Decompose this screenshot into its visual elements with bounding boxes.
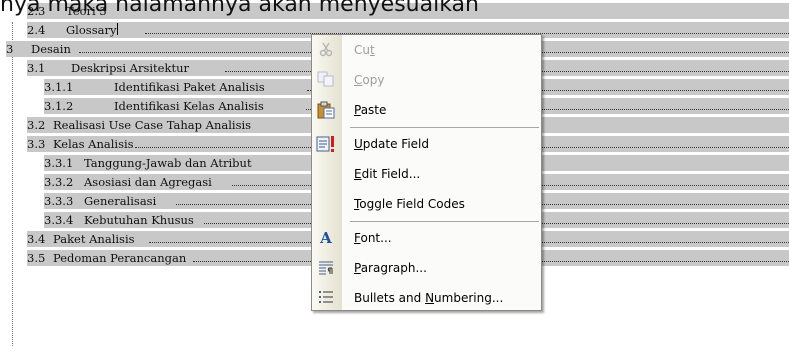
- toc-entry-title: Identifikasi Kelas Analisis: [114, 99, 264, 113]
- toc-entry-title: Generalisasi: [84, 194, 157, 208]
- menu-item-accelerator: P: [354, 261, 361, 275]
- update-field-icon: [316, 135, 336, 153]
- menu-item-accelerator: t: [369, 43, 375, 57]
- toc-entry-title: Asosiasi dan Agregasi: [84, 175, 212, 189]
- toc-entry-title: Desain: [31, 42, 71, 56]
- paste-icon: [316, 101, 336, 119]
- bullets-icon: [316, 289, 336, 307]
- context-menu: Cut Copy Paste Update Field Edit Field..…: [311, 34, 542, 311]
- toc-entry-title: Pedoman Perancangan: [53, 251, 187, 265]
- toc-entry-title: Kelas Analisis: [53, 137, 134, 151]
- toc-leader-dots: [145, 22, 789, 34]
- menu-item-toggle-field-codes[interactable]: Toggle Field Codes: [312, 189, 541, 219]
- menu-item-accelerator: E: [354, 167, 362, 181]
- text-cursor: [117, 23, 119, 35]
- menu-separator: [350, 221, 539, 222]
- menu-item-paragraph[interactable]: Paragraph...: [312, 253, 541, 283]
- toc-entry-number: 3.3.1: [44, 156, 74, 170]
- toc-entry-title: Glossary: [66, 23, 117, 37]
- toc-entry-number: 3.3.3: [44, 194, 74, 208]
- toc-entry-number: 3.1.1: [44, 80, 74, 94]
- toc-entry-title: Kebutuhan Khusus: [84, 213, 194, 227]
- menu-item-cut[interactable]: Cut: [312, 35, 541, 65]
- menu-item-font[interactable]: A Font...: [312, 223, 541, 253]
- menu-separator: [350, 127, 539, 128]
- toc-entry-number: 3.3.4: [44, 213, 74, 227]
- page-caption-text: nya maka halamannya akan menyesuaikan: [0, 0, 479, 17]
- scissors-icon: [316, 41, 336, 59]
- toc-entry-number: 3.2: [27, 118, 46, 132]
- menu-item-label: ont...: [360, 231, 392, 245]
- toc-entry-number: 3.1: [27, 61, 46, 75]
- menu-item-copy[interactable]: Copy: [312, 65, 541, 95]
- toc-entry-title: Paket Analisis: [53, 232, 135, 246]
- toc-entry-number: 3.3.2: [44, 175, 74, 189]
- toc-entry-title: Realisasi Use Case Tahap Analisis: [53, 118, 252, 132]
- toc-entry-number: 3.4: [27, 232, 46, 246]
- menu-item-accelerator: P: [354, 103, 361, 117]
- toc-entry-number: 3.5: [27, 251, 46, 265]
- font-icon: A: [320, 229, 332, 247]
- toc-entry-title: Identifikasi Paket Analisis: [114, 80, 265, 94]
- menu-item-label: aragraph...: [360, 261, 427, 275]
- toc-entry-number: 2.4: [27, 23, 46, 37]
- toc-entry-title: Deskripsi Arsitektur: [71, 61, 189, 75]
- menu-item-update-field[interactable]: Update Field: [312, 129, 541, 159]
- menu-item-paste[interactable]: Paste: [312, 95, 541, 125]
- menu-item-label: opy: [362, 73, 385, 87]
- toc-entry-number: 3: [6, 42, 14, 56]
- menu-item-label: Bullets and: [354, 291, 426, 305]
- toc-entry-number: 3.1.2: [44, 99, 74, 113]
- menu-item-label: pdate Field: [362, 137, 429, 151]
- menu-item-label: Cu: [354, 43, 370, 57]
- menu-item-label: dit Field...: [361, 167, 421, 181]
- menu-item-accelerator: U: [354, 137, 363, 151]
- toc-entry-title: Tanggung-Jawab dan Atribut: [84, 156, 252, 170]
- menu-item-bullets-and-numbering[interactable]: Bullets and Numbering...: [312, 283, 541, 313]
- menu-item-edit-field[interactable]: Edit Field...: [312, 159, 541, 189]
- paragraph-icon: [316, 259, 336, 277]
- menu-item-label: aste: [360, 103, 387, 117]
- toc-entry-number: 3.3: [27, 137, 46, 151]
- page-margin-guide: [12, 22, 13, 346]
- copy-icon: [316, 71, 336, 89]
- menu-item-label: oggle Field Codes: [359, 197, 465, 211]
- menu-item-label: umbering...: [434, 291, 504, 305]
- menu-item-accelerator: N: [425, 291, 435, 305]
